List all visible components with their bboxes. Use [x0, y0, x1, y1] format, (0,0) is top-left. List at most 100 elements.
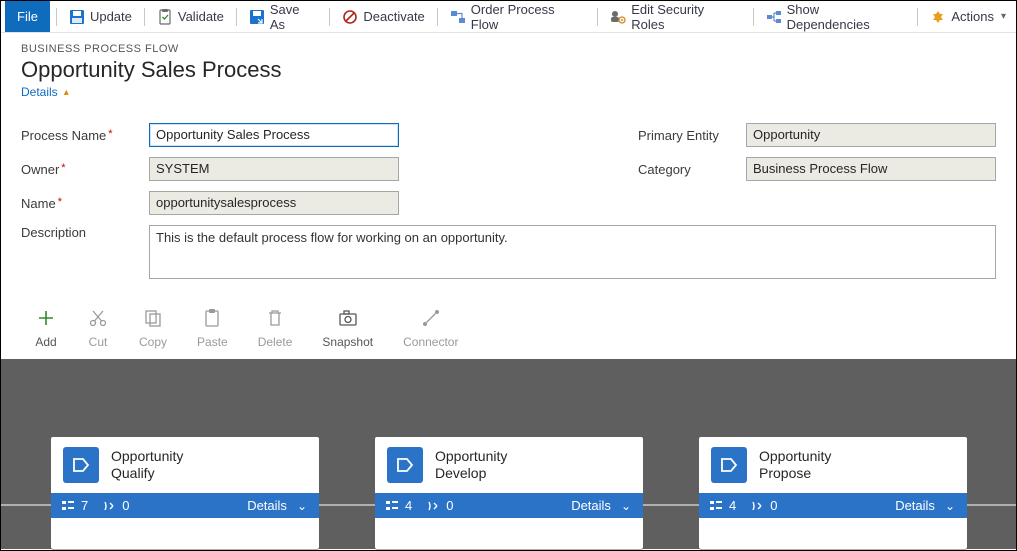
- validate-label: Validate: [178, 9, 224, 24]
- stage-footer: 4 0 Details ⌄: [699, 493, 967, 518]
- primary-entity-label: Primary Entity: [638, 128, 738, 143]
- stage-footer: 7 0 Details ⌄: [51, 493, 319, 518]
- chevron-down-icon: ⌄: [945, 499, 955, 513]
- designer-toolbar: Add Cut Copy Paste Delete Snapshot Conne…: [1, 279, 1016, 359]
- file-menu[interactable]: File: [5, 1, 50, 32]
- copy-label: Copy: [139, 335, 167, 349]
- edit-security-roles-button[interactable]: Edit Security Roles: [604, 0, 746, 36]
- update-label: Update: [90, 9, 132, 24]
- dependencies-icon: [766, 9, 782, 25]
- owner-label: Owner: [21, 162, 141, 177]
- ribbon-separator: [917, 8, 918, 26]
- stage-title-line1: Opportunity: [759, 448, 831, 465]
- security-roles-icon: [610, 9, 626, 25]
- steps-icon: [709, 499, 723, 513]
- paste-button[interactable]: Paste: [197, 307, 228, 349]
- update-button[interactable]: Update: [63, 5, 138, 29]
- stage-details-button[interactable]: Details ⌄: [247, 498, 307, 513]
- validate-button[interactable]: Validate: [151, 5, 230, 29]
- branch-icon: [750, 499, 764, 513]
- description-input[interactable]: This is the default process flow for wor…: [149, 225, 996, 279]
- stage-title-line1: Opportunity: [435, 448, 507, 465]
- delete-button[interactable]: Delete: [258, 307, 293, 349]
- page-header: BUSINESS PROCESS FLOW Opportunity Sales …: [1, 33, 1016, 107]
- actions-menu[interactable]: Actions ▾: [924, 5, 1012, 29]
- actions-icon: [930, 9, 946, 25]
- stage-title-line1: Opportunity: [111, 448, 183, 465]
- show-deps-label: Show Dependencies: [787, 2, 906, 32]
- steps-count: 4: [709, 498, 736, 513]
- save-as-button[interactable]: Save As: [243, 0, 323, 36]
- stage-icon: [711, 447, 747, 483]
- steps-count: 7: [61, 498, 88, 513]
- category-field: Business Process Flow: [746, 157, 996, 181]
- save-as-label: Save As: [270, 2, 317, 32]
- stage-card[interactable]: Opportunity Propose 4 0 Details ⌄: [699, 437, 967, 549]
- ribbon-separator: [329, 8, 330, 26]
- show-dependencies-button[interactable]: Show Dependencies: [760, 0, 912, 36]
- command-ribbon: File Update Validate Save As Deactivate …: [1, 1, 1016, 33]
- flow-canvas[interactable]: Opportunity Qualify 7 0 Details ⌄: [1, 359, 1016, 549]
- camera-icon: [337, 307, 359, 329]
- branch-icon: [102, 499, 116, 513]
- branches-count: 0: [750, 498, 777, 513]
- copy-button[interactable]: Copy: [139, 307, 167, 349]
- save-as-icon: [249, 9, 265, 25]
- file-menu-label: File: [17, 9, 38, 24]
- connector-button[interactable]: Connector: [403, 307, 458, 349]
- stage-details-button[interactable]: Details ⌄: [895, 498, 955, 513]
- stage-title-line2: Develop: [435, 465, 507, 482]
- breadcrumb: BUSINESS PROCESS FLOW: [21, 43, 996, 55]
- save-icon: [69, 9, 85, 25]
- add-label: Add: [35, 335, 56, 349]
- process-name-label: Process Name: [21, 128, 141, 143]
- stage-card[interactable]: Opportunity Develop 4 0 Details ⌄: [375, 437, 643, 549]
- deactivate-label: Deactivate: [363, 9, 424, 24]
- copy-icon: [142, 307, 164, 329]
- paste-icon: [201, 307, 223, 329]
- details-toggle-label: Details: [21, 85, 58, 99]
- connector-label: Connector: [403, 335, 458, 349]
- cut-label: Cut: [89, 335, 108, 349]
- page-title: Opportunity Sales Process: [21, 57, 996, 83]
- ribbon-separator: [236, 8, 237, 26]
- steps-count: 4: [385, 498, 412, 513]
- snapshot-button[interactable]: Snapshot: [322, 307, 373, 349]
- stage-title-line2: Propose: [759, 465, 831, 482]
- connector-icon: [420, 307, 442, 329]
- name-label: Name: [21, 196, 141, 211]
- stage-icon: [63, 447, 99, 483]
- name-field: opportunitysalesprocess: [149, 191, 399, 215]
- actions-label: Actions: [951, 9, 994, 24]
- scissors-icon: [87, 307, 109, 329]
- trash-icon: [264, 307, 286, 329]
- stage-details-button[interactable]: Details ⌄: [571, 498, 631, 513]
- branches-count: 0: [426, 498, 453, 513]
- cut-button[interactable]: Cut: [87, 307, 109, 349]
- stage-title-line2: Qualify: [111, 465, 183, 482]
- chevron-down-icon: ⌄: [621, 499, 631, 513]
- delete-label: Delete: [258, 335, 293, 349]
- ribbon-separator: [753, 8, 754, 26]
- details-toggle[interactable]: Details ▴: [21, 85, 69, 99]
- stage-card[interactable]: Opportunity Qualify 7 0 Details ⌄: [51, 437, 319, 549]
- stage-title: Opportunity Qualify: [111, 448, 183, 482]
- process-name-input[interactable]: Opportunity Sales Process: [149, 123, 399, 147]
- stage-title: Opportunity Develop: [435, 448, 507, 482]
- chevron-down-icon: ▾: [1001, 11, 1006, 22]
- branches-count: 0: [102, 498, 129, 513]
- chevron-down-icon: ⌄: [297, 499, 307, 513]
- edit-roles-label: Edit Security Roles: [631, 2, 740, 32]
- add-button[interactable]: Add: [35, 307, 57, 349]
- steps-icon: [61, 499, 75, 513]
- plus-icon: [35, 307, 57, 329]
- stage-title: Opportunity Propose: [759, 448, 831, 482]
- ribbon-separator: [56, 8, 57, 26]
- paste-label: Paste: [197, 335, 228, 349]
- category-label: Category: [638, 162, 738, 177]
- steps-icon: [385, 499, 399, 513]
- order-process-flow-button[interactable]: Order Process Flow: [444, 0, 591, 36]
- ribbon-separator: [144, 8, 145, 26]
- deactivate-button[interactable]: Deactivate: [336, 5, 430, 29]
- stage-footer: 4 0 Details ⌄: [375, 493, 643, 518]
